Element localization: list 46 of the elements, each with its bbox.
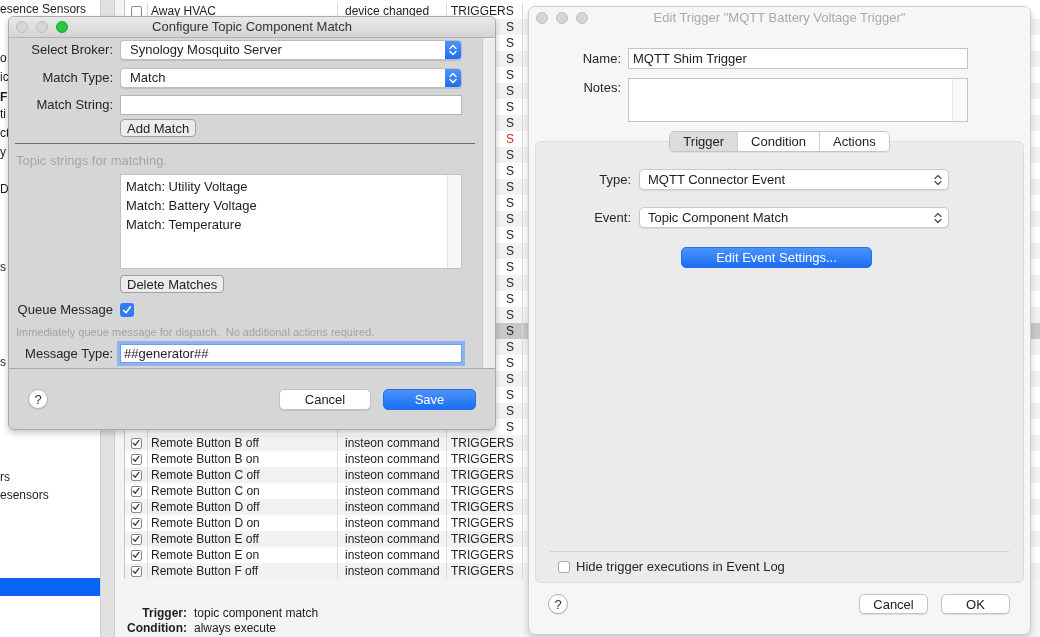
table-cell: TRIGGERS: [451, 565, 514, 577]
table-cell: Remote Button E on: [151, 549, 260, 561]
table-cell: insteon command: [345, 565, 440, 577]
table-cell: TRIGGERS: [451, 533, 514, 545]
table-cell: TRIGGERS: [451, 549, 514, 561]
table-cell: Remote Button D on: [151, 517, 260, 529]
table-cell: Remote Button C off: [151, 469, 260, 481]
table-cell: TRIGGERS: [451, 485, 514, 497]
table-cell: insteon command: [345, 485, 440, 497]
checkbox-label: Hide trigger executions in Event Log: [576, 559, 785, 575]
window-title: Edit Trigger "MQTT Battery Voltage Trigger": [653, 10, 906, 26]
table-cell: Remote Button F off: [151, 565, 259, 577]
table-cell: insteon command: [345, 501, 440, 513]
table-cell: insteon command: [345, 453, 440, 465]
field-label: Match Type:: [42, 70, 113, 86]
field-label: Event:: [594, 209, 631, 226]
table-cell: insteon command: [345, 549, 440, 561]
table-cell: Remote Button B on: [151, 453, 260, 465]
table-cell: TRIGGERS: [451, 5, 514, 17]
field-label: Message Type:: [25, 345, 113, 362]
table-cell: TRIGGERS: [451, 437, 514, 449]
field-label: Queue Message: [17, 302, 113, 318]
table-cell: TRIGGERS: [451, 517, 514, 529]
field-label: Match String:: [36, 97, 113, 113]
table-cell: insteon command: [345, 533, 440, 545]
table-cell: device changed: [345, 5, 430, 17]
table-cell: Remote Button C on: [151, 485, 260, 497]
table-cell: Remote Button D off: [151, 501, 260, 513]
table-cell: Remote Button B off: [151, 437, 259, 449]
table-cell: insteon command: [345, 517, 440, 529]
table-cell: Away HVAC: [151, 5, 216, 17]
window-title: Configure Topic Component Match: [152, 19, 352, 35]
field-label: Name:: [582, 50, 621, 67]
detail-value: always execute: [194, 621, 277, 636]
table-cell: insteon command: [345, 437, 440, 449]
detail-value: topic component match: [194, 606, 319, 621]
table-cell: TRIGGERS: [451, 469, 514, 481]
field-label: Type:: [599, 171, 631, 188]
table-cell: insteon command: [345, 469, 440, 481]
detail-label: Condition:: [127, 621, 187, 636]
table-cell: TRIGGERS: [451, 453, 514, 465]
table-cell: Remote Button E off: [151, 533, 259, 545]
detail-label: Trigger:: [142, 606, 187, 621]
field-label: Notes:: [583, 80, 621, 96]
table-cell: TRIGGERS: [451, 501, 514, 513]
field-label: Select Broker:: [31, 42, 113, 58]
